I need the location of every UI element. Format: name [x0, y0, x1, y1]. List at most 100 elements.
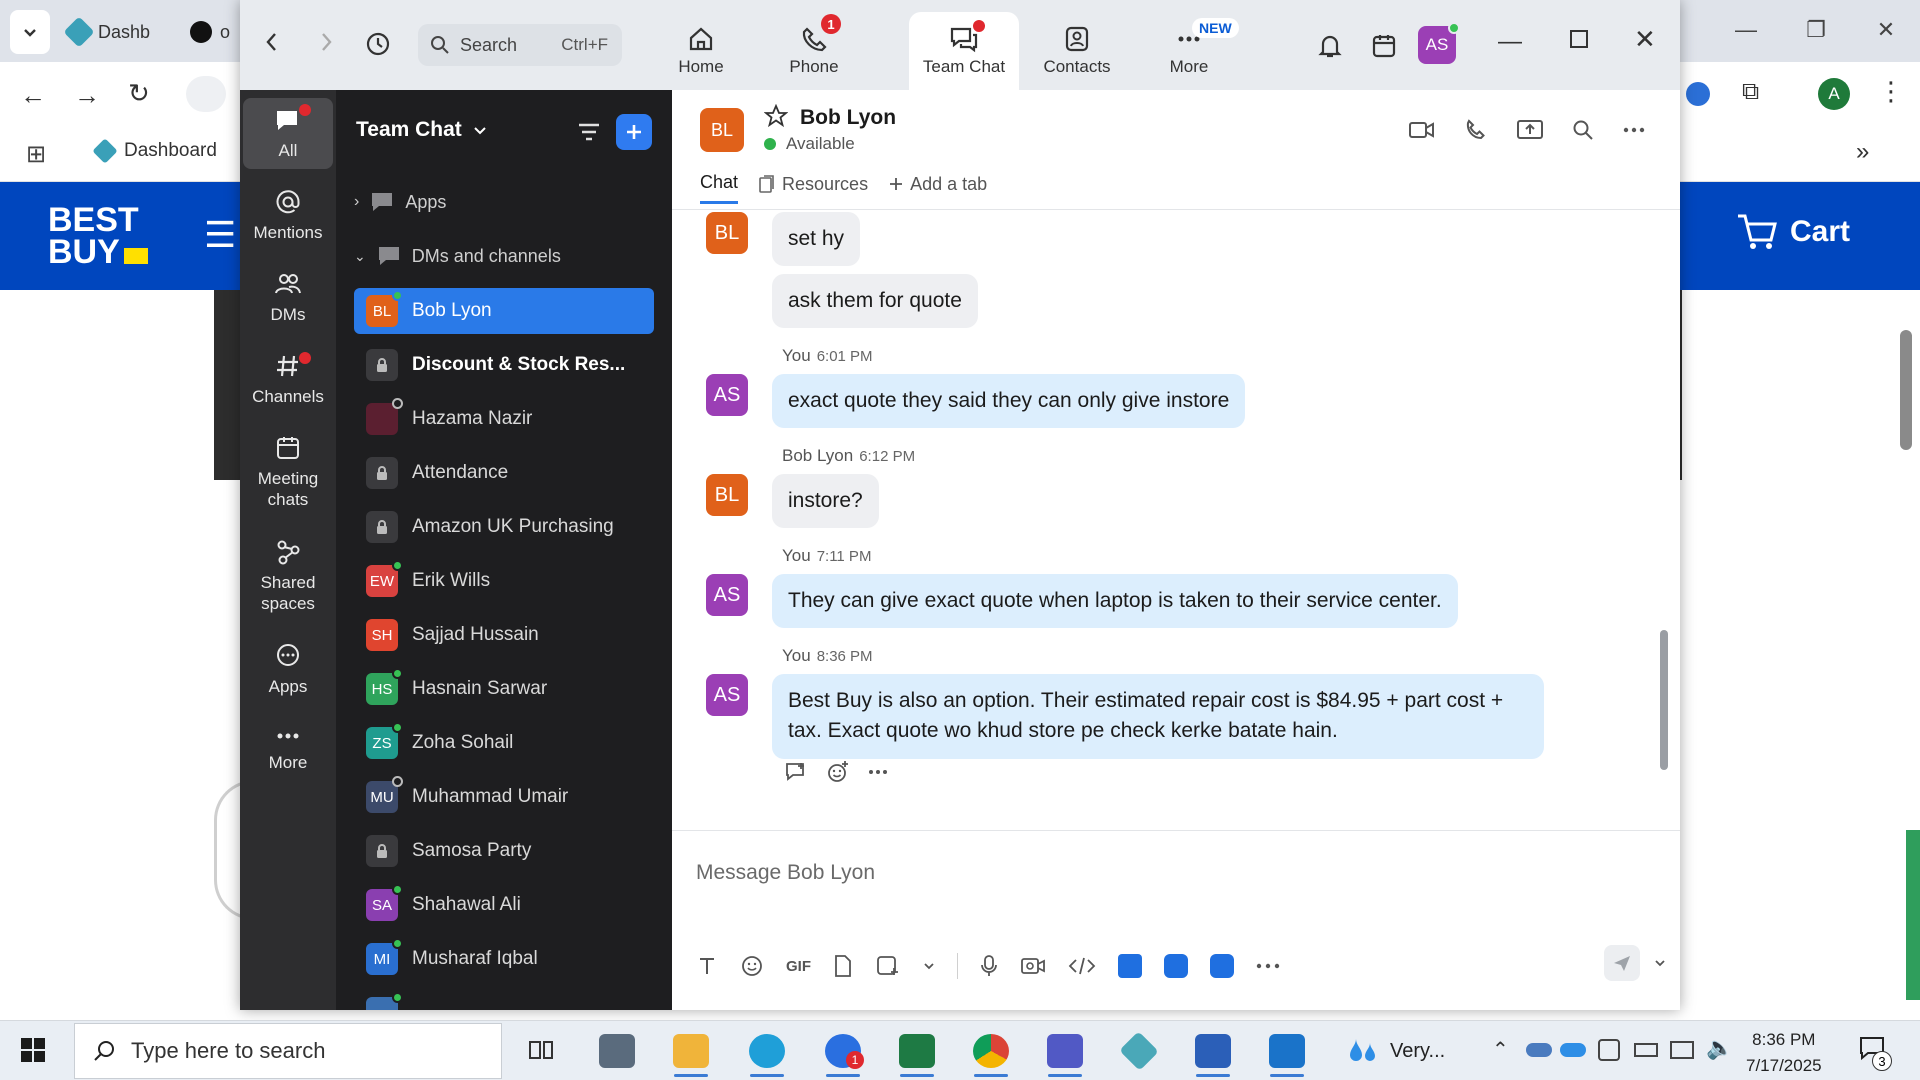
chat-item-erik-wills[interactable]: EW Erik Wills: [354, 558, 654, 604]
message-bubble[interactable]: Best Buy is also an option. Their estima…: [772, 674, 1544, 759]
chat-item-musharaf-iqbal[interactable]: MI Musharaf Iqbal: [354, 936, 654, 982]
taskbar-clock[interactable]: 8:36 PM 7/17/2025: [1746, 1027, 1822, 1078]
star-icon[interactable]: [764, 104, 788, 128]
task-view-icon[interactable]: [516, 1027, 566, 1075]
nav-tab-contacts[interactable]: Contacts: [1022, 12, 1132, 90]
cart-button[interactable]: Cart: [1736, 212, 1850, 252]
chat-item-hasnain-sarwar[interactable]: HS Hasnain Sarwar: [354, 666, 654, 712]
search-icon[interactable]: [1572, 119, 1594, 141]
edge-app-icon[interactable]: [742, 1027, 792, 1077]
network-icon[interactable]: [1670, 1041, 1694, 1059]
chat-item-muhammad-umair[interactable]: MU Muhammad Umair: [354, 774, 654, 820]
microphone-icon[interactable]: [980, 954, 998, 978]
nav-tab-team-chat[interactable]: Team Chat: [909, 12, 1019, 90]
rail-item-channels[interactable]: Channels: [243, 352, 333, 407]
tab-chat[interactable]: Chat: [700, 172, 739, 204]
excel-app-icon[interactable]: [892, 1027, 942, 1077]
forward-arrow-icon[interactable]: →: [74, 80, 100, 111]
teams-app-icon[interactable]: [1040, 1027, 1090, 1077]
profile-avatar[interactable]: A: [1818, 78, 1850, 110]
tab-list-button[interactable]: [10, 10, 50, 54]
chat-item-amazon-uk[interactable]: Amazon UK Purchasing: [354, 504, 654, 550]
chat-item-hazama-nazir[interactable]: Hazama Nazir: [354, 396, 654, 442]
nav-tab-more[interactable]: More NEW: [1134, 12, 1244, 90]
forward-chevron-icon[interactable]: [318, 30, 334, 54]
tray-chevron-up-icon[interactable]: ⌃: [1492, 1037, 1509, 1062]
message-avatar[interactable]: BL: [706, 474, 748, 516]
message-avatar[interactable]: BL: [706, 212, 748, 254]
message-scrollbar-thumb[interactable]: [1660, 630, 1668, 770]
tab-resources[interactable]: Resources: [758, 172, 868, 204]
back-chevron-icon[interactable]: [264, 30, 280, 54]
chrome-app-icon[interactable]: [966, 1027, 1016, 1077]
rail-item-mentions[interactable]: Mentions: [243, 188, 333, 243]
rail-item-dms[interactable]: DMs: [243, 270, 333, 325]
bell-icon[interactable]: [1316, 32, 1344, 60]
chat-item-bob-lyon[interactable]: BL Bob Lyon: [354, 288, 654, 334]
browser-restore-button[interactable]: ❐: [1796, 14, 1836, 46]
calendar-icon[interactable]: [1370, 32, 1398, 60]
browser-tab-second[interactable]: o: [190, 10, 230, 54]
history-icon[interactable]: [364, 30, 392, 58]
battery-icon[interactable]: [1634, 1043, 1658, 1057]
message-bubble[interactable]: ask them for quote: [772, 274, 978, 329]
message-bubble[interactable]: set hy: [772, 212, 861, 267]
chat-item-zoha-sohail[interactable]: ZS Zoha Sohail: [354, 720, 654, 766]
nav-tab-phone[interactable]: Phone 1: [759, 12, 869, 90]
browser-menu-icon[interactable]: ⋮: [1878, 76, 1904, 107]
browser-minimize-button[interactable]: —: [1726, 14, 1766, 46]
zoom-maximize-button[interactable]: [1570, 30, 1588, 48]
new-chat-button[interactable]: [616, 114, 652, 150]
rail-item-more[interactable]: More: [243, 726, 333, 773]
docs-app-icon[interactable]: [1118, 954, 1142, 978]
chat-item-discount-stock[interactable]: Discount & Stock Res...: [354, 342, 654, 388]
rail-item-all[interactable]: All: [243, 98, 333, 170]
message-avatar[interactable]: AS: [706, 674, 748, 716]
chevron-double-right-icon[interactable]: »: [1856, 138, 1869, 166]
taskbar-search-box[interactable]: Type here to search: [74, 1023, 502, 1079]
outlook-app-icon[interactable]: [1262, 1027, 1312, 1077]
zoom-close-button[interactable]: ✕: [1634, 24, 1656, 55]
more-options-icon[interactable]: [868, 769, 888, 775]
file-explorer-app-icon[interactable]: [666, 1027, 716, 1077]
contact-avatar[interactable]: BL: [700, 108, 744, 152]
message-bubble[interactable]: They can give exact quote when laptop is…: [772, 574, 1458, 629]
bookmark-dashboard[interactable]: Dashboard: [92, 138, 217, 164]
chevron-down-icon[interactable]: [923, 960, 935, 972]
send-options-chevron-icon[interactable]: [1654, 957, 1666, 969]
whiteboard-app-icon[interactable]: [1164, 954, 1188, 978]
video-message-icon[interactable]: [1020, 955, 1046, 977]
send-button[interactable]: [1604, 945, 1640, 981]
more-options-icon[interactable]: [1622, 126, 1646, 134]
weather-widget[interactable]: Very...: [1346, 1035, 1445, 1067]
message-bubble[interactable]: exact quote they said they can only give…: [772, 374, 1246, 429]
chat-item-partial[interactable]: [354, 990, 654, 1010]
dashboard-app-icon[interactable]: [1114, 1027, 1164, 1075]
rail-item-shared-spaces[interactable]: Shared spaces: [243, 538, 333, 615]
text-format-icon[interactable]: [696, 955, 718, 977]
more-options-icon[interactable]: [1256, 963, 1280, 969]
phone-call-icon[interactable]: [1464, 118, 1488, 142]
bestbuy-logo[interactable]: BEST BUY: [48, 203, 148, 269]
reply-icon[interactable]: [784, 761, 808, 783]
reload-icon[interactable]: ↻: [128, 78, 150, 109]
file-icon[interactable]: [833, 954, 853, 978]
filter-icon[interactable]: [576, 120, 602, 144]
message-avatar[interactable]: AS: [706, 374, 748, 416]
rail-item-apps[interactable]: Apps: [243, 642, 333, 697]
browser-tab-dashboard[interactable]: Dashb: [63, 10, 178, 54]
volume-icon[interactable]: 🔈: [1706, 1035, 1733, 1061]
back-arrow-icon[interactable]: ←: [20, 80, 46, 111]
group-dms-and-channels[interactable]: ⌄ DMs and channels: [354, 244, 561, 268]
code-snippet-icon[interactable]: [1068, 955, 1096, 977]
windows-start-icon[interactable]: [20, 1037, 46, 1063]
apps-grid-icon[interactable]: ⊞: [26, 140, 46, 169]
message-input[interactable]: [696, 853, 1636, 893]
message-avatar[interactable]: AS: [706, 574, 748, 616]
chat-item-samosa-party[interactable]: Samosa Party: [354, 828, 654, 874]
chat-item-sajjad-hussain[interactable]: SH Sajjad Hussain: [354, 612, 654, 658]
video-call-icon[interactable]: [1408, 119, 1436, 141]
contact-name[interactable]: Bob Lyon: [800, 106, 896, 130]
zoom-search-box[interactable]: Search Ctrl+F: [418, 24, 622, 66]
extensions-puzzle-icon[interactable]: ⧉: [1742, 78, 1759, 106]
